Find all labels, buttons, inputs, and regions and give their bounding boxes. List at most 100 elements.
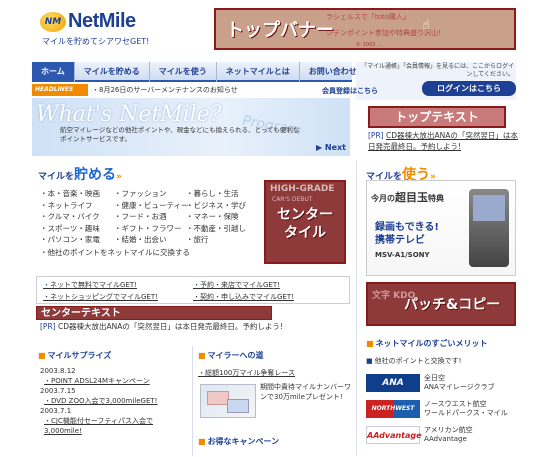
top-banner-label: トップバナー: [226, 20, 334, 41]
merit-heading: ネットマイルのすごいメリット: [366, 338, 488, 349]
category-link[interactable]: 不動産・引越し: [186, 223, 247, 235]
login-text: 「マイル通帳」「会員情報」を見るには、ここからログインしてください。: [360, 63, 514, 78]
site-logo[interactable]: NM NetMile マイルを貯めてシアワセGET!: [40, 10, 150, 52]
patch-copy-banner[interactable]: 文字 KDO パッチ&コピー: [366, 282, 516, 326]
category-link[interactable]: スポーツ・趣味: [40, 223, 100, 235]
category-link[interactable]: 結婚・出会い: [114, 234, 189, 246]
category-link[interactable]: 旅行: [186, 234, 246, 246]
category-link[interactable]: ネットライフ: [40, 200, 100, 212]
reward-headline-2: 携帯テレビ: [375, 235, 425, 246]
pr-tag: [PR]: [368, 131, 384, 140]
surprise-date: 2003.7.15: [40, 387, 76, 395]
surprise-date: 2003.8.12: [40, 367, 76, 375]
category-column-3: 暮らし・生活 ビジネス・学び マネー・保険 不動産・引越し 旅行: [186, 188, 247, 246]
earn-head-big: 貯める: [74, 167, 117, 183]
airline-line1: ノースウエスト航空: [424, 400, 487, 408]
headlines-bar: HEADLINES ・8月26日のサーバーメンテナンスのお知らせ: [32, 84, 322, 96]
patch-label: パッチ&コピー: [404, 297, 501, 313]
airline-line2: ANAマイレージクラブ: [424, 383, 495, 391]
pr-link[interactable]: CD器棟大放出ANAの「突然翌日」は本日発売最終日。予約しよう!: [368, 131, 518, 151]
airline-name: アメリカン航空 AAdvantage: [424, 426, 473, 444]
airline-american[interactable]: AAdvantage アメリカン航空 AAdvantage: [366, 426, 516, 446]
top-text-banner[interactable]: トップテキスト: [368, 106, 506, 128]
banner-copyright: © 2003 ...: [356, 42, 382, 48]
logo-tagline: マイルを貯めてシアワセGET!: [42, 37, 150, 46]
reward-title-prefix: 今月の: [371, 194, 395, 203]
surprise-link[interactable]: DVD ZOO入会で3,000mileGET!: [44, 396, 190, 406]
airline-name: ノースウエスト航空 ワールドパークス・マイル: [424, 400, 508, 418]
portable-tv-image: [469, 189, 509, 267]
earn-head-prefix: マイルを: [38, 172, 75, 182]
tile-bg-text: HIGH-GRADE: [270, 184, 335, 194]
reward-title-suffix: 特典: [428, 194, 444, 203]
category-link[interactable]: マネー・保険: [186, 211, 246, 223]
category-link[interactable]: 本・音楽・映画: [40, 188, 101, 200]
tab-home[interactable]: ホーム: [32, 62, 75, 82]
campaign-heading: お得なキャンペーン: [198, 436, 280, 447]
airline-name: 全日空 ANAマイレージクラブ: [424, 374, 495, 392]
whats-netmile-hero: What's NetMile? Program 航空マイレージなどの他社ポイント…: [32, 98, 350, 156]
center-pr: [PR] CD器棟大放出ANAの「突然翌日」は本日発売最終日。予約しよう!: [40, 321, 283, 332]
reward-title-big: 超目玉: [395, 191, 428, 204]
card-graphic: [227, 399, 249, 413]
category-link[interactable]: ビジネス・学び: [186, 200, 247, 212]
airline-ana[interactable]: ANA 全日空 ANAマイレージクラブ: [366, 374, 516, 394]
center-tile-banner[interactable]: HIGH-GRADE CAR'S DEBUT センター タイル: [264, 180, 346, 264]
tab-about[interactable]: ネットマイルとは: [217, 62, 300, 82]
tile-label-line1: センター: [277, 207, 333, 223]
card-graphic: [207, 391, 229, 405]
register-link[interactable]: 会員登録はこちら: [322, 86, 378, 96]
northwest-logo: NORTHWEST KLM: [366, 400, 420, 430]
earn-link[interactable]: ネットで無料でマイルGET!: [43, 280, 137, 290]
headline-link[interactable]: ・8月26日のサーバーメンテナンスのお知らせ: [92, 85, 238, 95]
category-link[interactable]: ギフト・フラワー: [114, 223, 189, 235]
category-column-1: 本・音楽・映画 ネットライフ クルマ・バイク スポーツ・趣味 パソコン・家電: [40, 188, 101, 246]
category-column-2: ファッション 健康・ビューティー フード・お酒 ギフト・フラワー 結婚・出会い: [114, 188, 189, 246]
surprise-date: 2003.7.1: [40, 407, 72, 415]
tile-bg-text-2: CAR'S DEBUT: [272, 196, 313, 203]
tv-screen: [473, 195, 505, 221]
airline-line1: 全日空: [424, 374, 445, 382]
reward-headline: 録画もできる! 携帯テレビ: [375, 221, 439, 247]
reward-title: 今月の超目玉特典: [371, 189, 444, 205]
pr-tag: [PR]: [40, 322, 56, 331]
road-link[interactable]: 総額100万マイル争奪レース: [198, 368, 295, 378]
surprise-link[interactable]: POINT ADSL24Mキャンペーン: [44, 376, 190, 386]
top-banner[interactable]: ラシェルスで「toto購入」 ジテンポイント参加や特典盛り沢山! トップバナー …: [214, 8, 516, 50]
category-link[interactable]: ファッション: [114, 188, 189, 200]
exchange-points-link[interactable]: 他社のポイントをネットマイルに交換する: [40, 247, 191, 258]
earn-link[interactable]: 契約・申し込みでマイルGET!: [193, 292, 294, 302]
login-button[interactable]: ログインはこちら: [422, 81, 516, 96]
category-link[interactable]: フード・お酒: [114, 211, 189, 223]
airline-line2: AAdvantage: [424, 435, 467, 443]
hand-cursor-icon: ☝: [422, 18, 430, 33]
road-heading: マイラーへの道: [198, 350, 264, 361]
category-link[interactable]: 健康・ビューティー: [114, 200, 189, 212]
surprise-link[interactable]: CJC機能付セーフティパス入会で3,000mile!: [44, 416, 190, 436]
earn-link[interactable]: 予約・来店でマイルGET!: [193, 280, 280, 290]
tab-use[interactable]: マイルを使う: [150, 62, 217, 82]
featured-reward[interactable]: 今月の超目玉特典 録画もできる! 携帯テレビ MSV-A1/SONY: [366, 180, 516, 276]
hero-text: 航空マイレージなどの他社ポイントや、現金などにも換えられる、とっても便利なポイン…: [60, 126, 300, 143]
aadvantage-logo: AAdvantage: [366, 426, 422, 444]
category-link[interactable]: パソコン・家電: [40, 234, 101, 246]
category-link[interactable]: クルマ・バイク: [40, 211, 100, 223]
tile-label-line2: タイル: [284, 225, 326, 241]
cards-image[interactable]: [200, 384, 256, 418]
airline-northwest[interactable]: NORTHWEST KLM ノースウエスト航空 ワールドパークス・マイル: [366, 400, 516, 430]
double-chevron-icon: »: [116, 172, 122, 182]
reward-headline-1: 録画もできる!: [375, 222, 439, 233]
tab-earn[interactable]: マイルを貯める: [75, 62, 150, 82]
earn-link[interactable]: ネットショッピングでマイルGET!: [43, 292, 158, 302]
pr-link[interactable]: CD器棟大放出ANAの「突然翌日」は本日発売最終日。予約しよう!: [58, 322, 283, 331]
surprises-heading: マイルサプライズ: [38, 350, 112, 361]
earn-links-box: ネットで無料でマイルGET! 予約・来店でマイルGET! ネットショッピングでマ…: [36, 276, 350, 304]
airline-line2: ワールドパークス・マイル: [424, 409, 508, 417]
next-label: Next: [324, 143, 346, 152]
hero-title: What's NetMile?: [36, 102, 222, 127]
merit-sub: 他社のポイントと交換です!: [366, 356, 516, 366]
center-text-banner[interactable]: センターテキスト: [36, 306, 272, 320]
hero-next-link[interactable]: ▶ Next: [316, 143, 346, 152]
earn-heading: マイルを貯める»: [38, 164, 122, 184]
category-link[interactable]: 暮らし・生活: [186, 188, 246, 200]
